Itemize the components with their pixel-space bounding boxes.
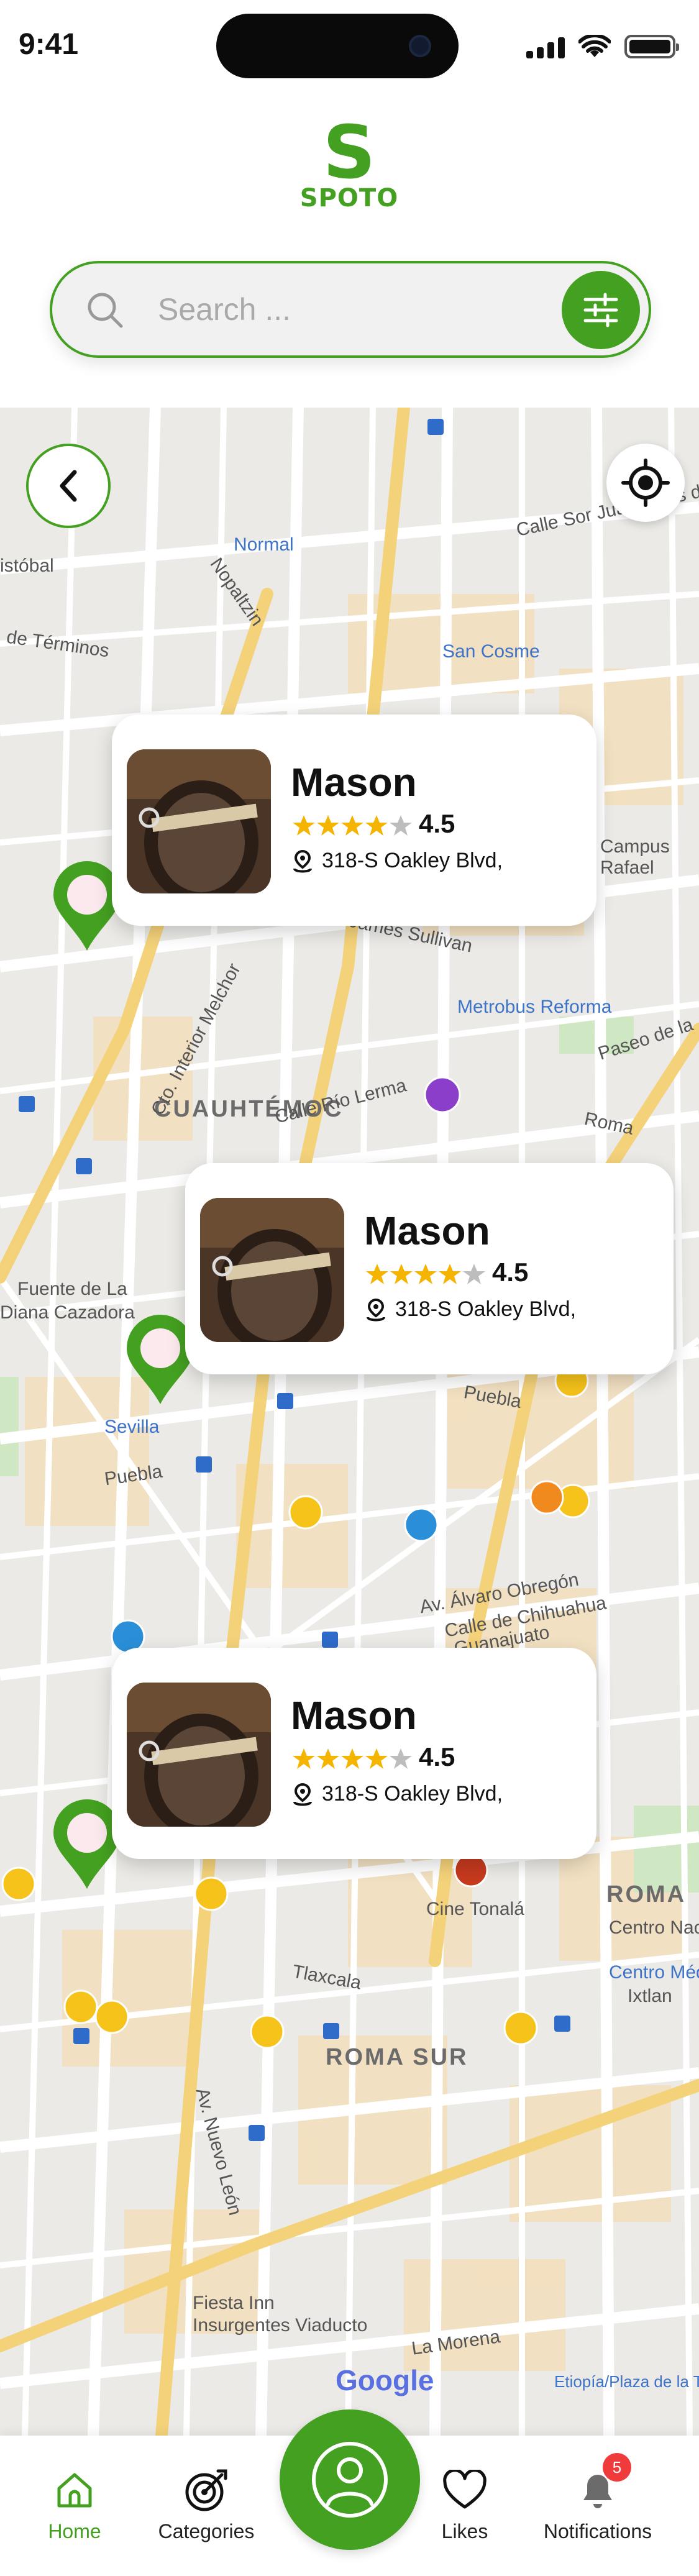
location-pin-icon [293, 850, 312, 873]
place-rating: 4.5 [419, 809, 455, 838]
wifi-icon [578, 35, 611, 57]
map-label-istobal: istóbal [0, 555, 54, 576]
filter-button[interactable] [562, 271, 640, 349]
map-label-campus: Campus [600, 836, 670, 857]
target-icon [185, 2469, 227, 2511]
filter-sliders-icon [583, 293, 618, 327]
map-label-metrobus: Metrobus Reforma [457, 997, 612, 1017]
dynamic-island [216, 14, 459, 78]
nav-categories[interactable]: Categories [144, 2465, 268, 2543]
heart-icon [443, 2470, 487, 2509]
rating-stars [292, 814, 414, 838]
home-icon [57, 2473, 92, 2508]
map-label-rafael: Rafael [600, 857, 654, 878]
location-pin-icon [367, 1299, 385, 1322]
map-view[interactable]: Normal San Cosme Calle Sor Juana Inés de… [0, 408, 699, 2436]
map-label-ixtlan: Ixtlan [628, 1986, 672, 2006]
map-label-etiopia: Etiopía/Plaza de la Transparencia [554, 2372, 699, 2391]
map-label-roma-sur: ROMA SUR [326, 2044, 468, 2070]
back-button[interactable] [26, 444, 111, 528]
google-logo: Google [336, 2364, 434, 2396]
nav-categories-label: Categories [158, 2520, 255, 2542]
search-bar [50, 261, 651, 358]
crosshair-icon [621, 459, 670, 507]
place-card[interactable]: Mason 4.5 318-S Oakley Blvd, [112, 715, 596, 926]
map-label-centro-nacional: Centro Nacional [609, 1917, 699, 1938]
place-photo [200, 1198, 344, 1342]
place-rating: 4.5 [419, 1742, 455, 1771]
place-card[interactable]: Mason 4.5 318-S Oakley Blvd, [185, 1163, 674, 1374]
battery-icon [624, 35, 679, 58]
map-label-cine: Cine Tonalá [426, 1899, 524, 1919]
place-address: 318-S Oakley Blvd, [395, 1297, 577, 1321]
status-time: 9:41 [19, 28, 79, 61]
logo-wordmark: SPOTO [299, 184, 399, 212]
search-input[interactable] [158, 286, 518, 333]
notification-badge: 5 [603, 2453, 631, 2482]
user-icon [312, 2442, 388, 2518]
nav-likes-label: Likes [441, 2520, 488, 2542]
place-name: Mason [291, 760, 417, 805]
place-card[interactable]: Mason 4.5 318-S Oakley Blvd, [112, 1648, 596, 1859]
app-logo: S SPOTO [287, 109, 411, 217]
map-label-fiesta: Fiesta Inn [193, 2293, 275, 2313]
map-label-centro-medico: Centro Médico [609, 1962, 699, 1983]
signal-icon [526, 36, 565, 58]
map-label-fuente: Fuente de La [17, 1279, 127, 1299]
location-pin-icon [293, 1783, 312, 1806]
search-icon [88, 293, 123, 328]
map-label-diana: Diana Cazadora [0, 1302, 135, 1323]
rating-stars [292, 1747, 414, 1771]
nav-notifications-label: Notifications [543, 2520, 652, 2542]
nav-home[interactable]: Home [12, 2465, 137, 2543]
place-photo [127, 749, 271, 893]
map-label-san-cosme: San Cosme [442, 641, 540, 662]
logo-mark: S [322, 109, 376, 195]
nav-notifications[interactable]: Notifications [536, 2465, 660, 2543]
place-address: 318-S Oakley Blvd, [322, 849, 503, 872]
profile-button[interactable] [280, 2409, 420, 2550]
rating-stars [365, 1263, 487, 1286]
nav-likes[interactable]: Likes [403, 2465, 527, 2543]
place-name: Mason [364, 1208, 490, 1253]
place-name: Mason [291, 1693, 417, 1738]
place-photo [127, 1683, 271, 1827]
map-label-sevilla: Sevilla [104, 1417, 160, 1437]
place-address: 318-S Oakley Blvd, [322, 1782, 503, 1806]
map-label-normal: Normal [234, 534, 294, 555]
my-location-button[interactable] [606, 444, 685, 522]
place-rating: 4.5 [492, 1258, 529, 1287]
map-label-insurgentes: Insurgentes Viaducto [193, 2315, 368, 2336]
nav-home-label: Home [48, 2520, 101, 2542]
chevron-left-icon [60, 470, 77, 502]
map-label-roma: ROMA [606, 1881, 687, 1907]
status-bar: 9:41 [0, 0, 699, 87]
